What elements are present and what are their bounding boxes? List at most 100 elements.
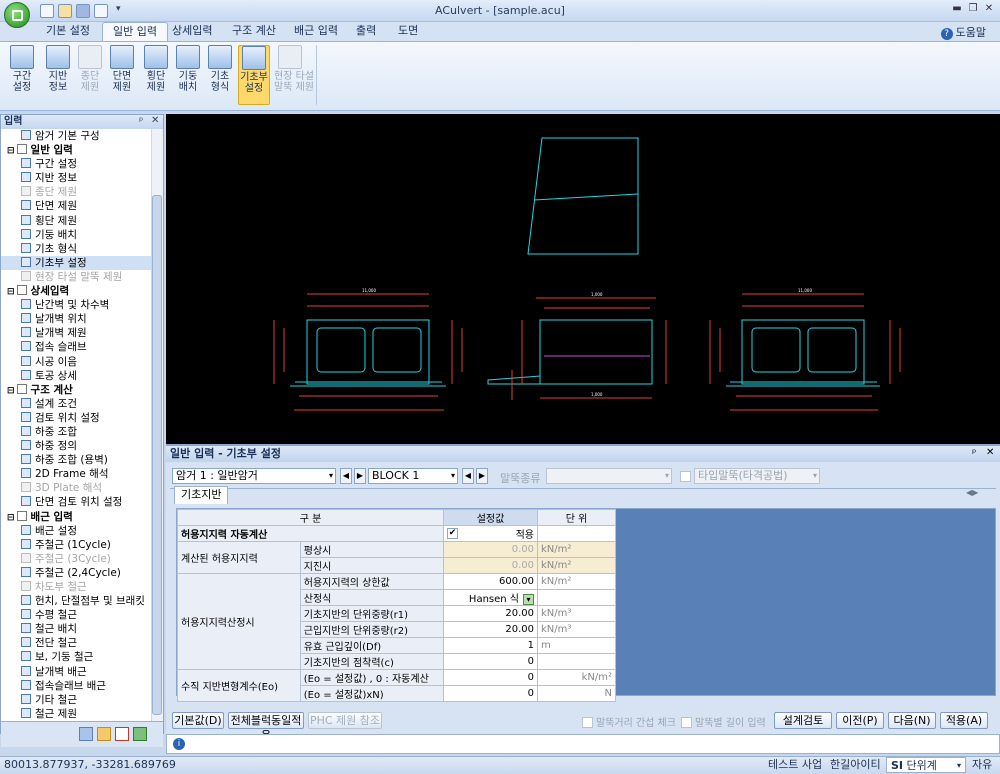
tree-item[interactable]: 날개벽 배근 bbox=[1, 665, 151, 679]
design-check-button[interactable]: 설계검토 bbox=[774, 712, 832, 729]
dropdown-icon[interactable]: ▾ bbox=[523, 594, 534, 605]
subtab-scroll-icon[interactable]: ◀▶ bbox=[966, 488, 978, 497]
restore-icon[interactable]: ❐ bbox=[966, 3, 980, 16]
grid-value-cell[interactable]: 20.00 bbox=[443, 605, 538, 622]
tree-scroll-thumb[interactable] bbox=[152, 195, 162, 715]
tree-item[interactable]: 암거 기본 구성 bbox=[1, 129, 151, 143]
tree-item[interactable]: 하중 조합 bbox=[1, 425, 151, 439]
tree-item[interactable]: 검토 위치 설정 bbox=[1, 411, 151, 425]
text-view-icon[interactable] bbox=[115, 727, 129, 741]
panel-close-icon[interactable]: ✕ bbox=[151, 115, 159, 126]
form-pin-icon[interactable]: ᵖ bbox=[972, 448, 976, 459]
pin-icon[interactable]: ᵖ bbox=[139, 116, 143, 127]
tree-item[interactable]: 날개벽 제원 bbox=[1, 326, 151, 340]
tree-item[interactable]: 주철근 (2,4Cycle) bbox=[1, 566, 151, 580]
help-button[interactable]: ? 도움말 bbox=[940, 24, 986, 40]
grid-value-cell[interactable]: 600.00 bbox=[443, 573, 538, 590]
grid-value-cell[interactable]: 0 bbox=[443, 685, 538, 702]
grid-value-cell[interactable]: 1 bbox=[443, 637, 538, 654]
grid-value: 0.00 bbox=[511, 560, 534, 571]
minimize-icon[interactable]: ▬ bbox=[950, 3, 964, 16]
tab-structural-calc[interactable]: 구조 계산 bbox=[222, 22, 286, 41]
ribbon-button-7[interactable]: 기초부 설정 bbox=[238, 45, 270, 105]
tree-item[interactable]: 철근 제원 bbox=[1, 707, 151, 721]
tree-item[interactable]: 전단 철근 bbox=[1, 636, 151, 650]
tree-group[interactable]: ⊟ 상세입력 bbox=[1, 284, 151, 298]
folder-view-icon[interactable] bbox=[97, 727, 111, 741]
collapse-icon[interactable]: ⊟ bbox=[7, 386, 15, 396]
tree-item[interactable]: 토공 상세 bbox=[1, 369, 151, 383]
grid-value-cell[interactable]: 0 bbox=[443, 669, 538, 686]
tree-group[interactable]: ⊟ 일반 입력 bbox=[1, 143, 151, 157]
ribbon-button-4[interactable]: 횡단 제원 bbox=[140, 45, 172, 105]
tree-item[interactable]: 단면 검토 위치 설정 bbox=[1, 495, 151, 509]
prev-culvert-icon[interactable]: ◀ bbox=[340, 468, 352, 484]
tree-item-icon bbox=[21, 693, 31, 704]
tab-foundation-ground[interactable]: 기초지반 bbox=[174, 486, 229, 504]
tree-item[interactable]: 시공 이음 bbox=[1, 355, 151, 369]
unit-system-select[interactable]: SI 단위계 ▾ bbox=[886, 757, 966, 773]
apply-all-blocks-button[interactable]: 전체블럭동일적용 bbox=[228, 712, 304, 742]
tree-item-icon bbox=[21, 242, 31, 253]
tree-item[interactable]: 접속슬래브 배근 bbox=[1, 679, 151, 693]
ribbon-button-1[interactable]: 지반 정보 bbox=[42, 45, 74, 105]
export-icon[interactable] bbox=[133, 727, 147, 741]
tree-item[interactable]: 단면 제원 bbox=[1, 199, 151, 213]
previous-button[interactable]: 이전(P) bbox=[836, 712, 884, 729]
tree-item[interactable]: 주철근 (1Cycle) bbox=[1, 538, 151, 552]
tree-item[interactable]: 배근 설정 bbox=[1, 524, 151, 538]
tab-rebar-input[interactable]: 배근 입력 bbox=[284, 22, 348, 41]
tree-group[interactable]: ⊟ 구조 계산 bbox=[1, 383, 151, 397]
collapse-icon[interactable]: ⊟ bbox=[7, 146, 15, 156]
ribbon-divider bbox=[316, 45, 317, 105]
tree-view-icon[interactable] bbox=[79, 727, 93, 741]
close-icon[interactable]: ✕ bbox=[982, 3, 996, 16]
block-select[interactable]: BLOCK 1 ▾ bbox=[368, 468, 458, 484]
ribbon-button-3[interactable]: 단면 제원 bbox=[106, 45, 138, 105]
ribbon-button-6[interactable]: 기초 형식 bbox=[204, 45, 236, 105]
tab-drawing[interactable]: 도면 bbox=[388, 22, 428, 41]
tree-item[interactable]: 보, 기둥 철근 bbox=[1, 650, 151, 664]
tab-basic-settings[interactable]: 기본 설정 bbox=[36, 22, 100, 41]
tree-item[interactable]: 2D Frame 해석 bbox=[1, 467, 151, 481]
tree-item[interactable]: 구간 설정 bbox=[1, 157, 151, 171]
tree-item-icon bbox=[21, 595, 31, 606]
tree-item[interactable]: 지반 정보 bbox=[1, 171, 151, 185]
tree-group[interactable]: ⊟ 배근 입력 bbox=[1, 510, 151, 524]
tree-item[interactable]: 수평 철근 bbox=[1, 608, 151, 622]
next-block-icon[interactable]: ▶ bbox=[476, 468, 488, 484]
app-menu-button[interactable] bbox=[4, 2, 30, 28]
grid-value-cell[interactable]: Hansen 식 ▾ bbox=[443, 589, 538, 606]
ribbon-button-5[interactable]: 기둥 배치 bbox=[172, 45, 204, 105]
tab-general-input[interactable]: 일반 입력 bbox=[102, 22, 168, 41]
tree-item[interactable]: 난간벽 및 차수벽 bbox=[1, 298, 151, 312]
tree-item[interactable]: 설계 조건 bbox=[1, 397, 151, 411]
default-values-button[interactable]: 기본값(D) bbox=[172, 712, 224, 729]
tree-item[interactable]: 철근 배치 bbox=[1, 622, 151, 636]
auto-calc-checkbox[interactable]: ✔ 적용 bbox=[443, 525, 538, 542]
cad-drawing-view[interactable]: 11,000 1,000 1,000 11,000 bbox=[166, 114, 1000, 444]
collapse-icon[interactable]: ⊟ bbox=[7, 287, 15, 297]
form-close-icon[interactable]: ✕ bbox=[986, 447, 994, 458]
ribbon-button-0[interactable]: 구간 설정 bbox=[6, 45, 38, 105]
prev-block-icon[interactable]: ◀ bbox=[462, 468, 474, 484]
tree-item[interactable]: 기초 형식 bbox=[1, 242, 151, 256]
apply-button[interactable]: 적용(A) bbox=[940, 712, 988, 729]
tree-item[interactable]: 날개벽 위치 bbox=[1, 312, 151, 326]
tree-item[interactable]: 기초부 설정 bbox=[1, 255, 151, 270]
tree-item[interactable]: 기둥 배치 bbox=[1, 228, 151, 242]
grid-value-cell[interactable]: 0 bbox=[443, 653, 538, 670]
tree-item[interactable]: 기타 철근 bbox=[1, 693, 151, 707]
culvert-select[interactable]: 암거 1 : 일반암거 ▾ bbox=[172, 468, 336, 484]
tree-item[interactable]: 하중 정의 bbox=[1, 439, 151, 453]
collapse-icon[interactable]: ⊟ bbox=[7, 513, 15, 523]
tab-output[interactable]: 출력 bbox=[346, 22, 386, 41]
tree-item[interactable]: 하중 조합 (용벽) bbox=[1, 453, 151, 467]
tree-item[interactable]: 헌치, 단절점부 및 브래킷 bbox=[1, 594, 151, 608]
next-button[interactable]: 다음(N) bbox=[888, 712, 936, 729]
tree-item[interactable]: 횡단 제원 bbox=[1, 214, 151, 228]
next-culvert-icon[interactable]: ▶ bbox=[354, 468, 366, 484]
tab-detail-input[interactable]: 상세입력 bbox=[162, 22, 222, 41]
grid-value-cell[interactable]: 20.00 bbox=[443, 621, 538, 638]
tree-item[interactable]: 접속 슬래브 bbox=[1, 340, 151, 354]
